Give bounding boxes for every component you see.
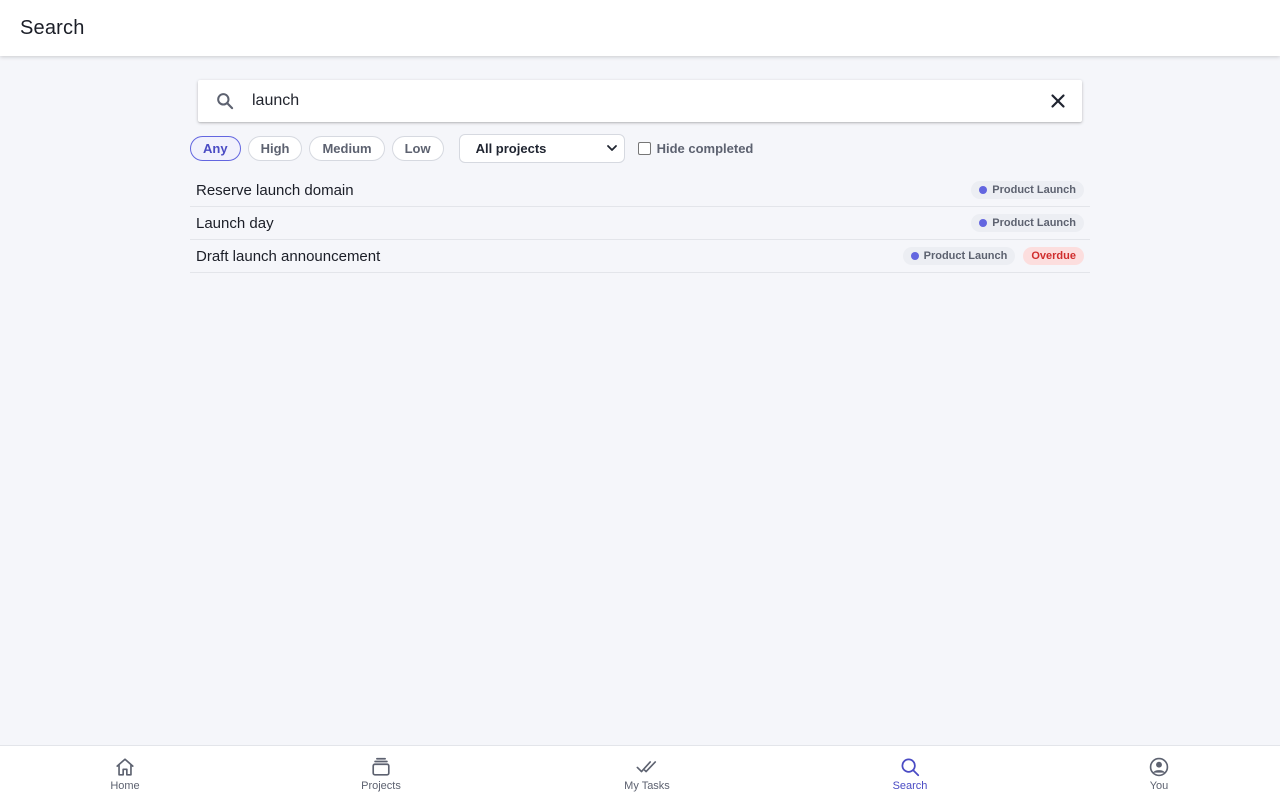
priority-chip-medium[interactable]: Medium bbox=[309, 135, 385, 161]
result-row[interactable]: Launch day Product Launch bbox=[190, 207, 1090, 240]
search-input[interactable] bbox=[252, 80, 1034, 122]
project-tag-label: Product Launch bbox=[992, 217, 1076, 229]
project-select-value: All projects bbox=[475, 140, 547, 156]
bottom-nav: Home Projects My Tasks Search You bbox=[0, 745, 1280, 800]
account-circle-icon bbox=[1149, 757, 1169, 777]
project-tag-label: Product Launch bbox=[992, 184, 1076, 196]
hide-completed-toggle[interactable]: Hide completed bbox=[637, 140, 754, 156]
results-list: Reserve launch domain Product Launch Lau… bbox=[190, 174, 1090, 273]
result-row[interactable]: Reserve launch domain Product Launch bbox=[190, 174, 1090, 207]
result-title: Launch day bbox=[196, 214, 274, 232]
project-color-dot bbox=[979, 186, 988, 194]
result-row[interactable]: Draft launch announcement Product Launch… bbox=[190, 240, 1090, 273]
nav-projects[interactable]: Projects bbox=[331, 746, 431, 800]
search-bar bbox=[198, 80, 1082, 122]
overdue-badge: Overdue bbox=[1023, 247, 1084, 265]
project-color-dot bbox=[910, 252, 919, 260]
project-tag: Product Launch bbox=[971, 181, 1084, 199]
priority-chip-high[interactable]: High bbox=[247, 135, 303, 161]
home-icon bbox=[116, 758, 134, 776]
project-tag-label: Product Launch bbox=[923, 250, 1008, 262]
project-color-dot bbox=[979, 219, 988, 227]
nav-search[interactable]: Search bbox=[860, 746, 960, 800]
clear-search-button[interactable] bbox=[1034, 80, 1082, 122]
chevron-down-icon bbox=[606, 145, 617, 151]
result-title: Reserve launch domain bbox=[196, 181, 354, 199]
nav-label: You bbox=[1149, 780, 1169, 792]
filter-bar: Any High Medium Low All projects Hide co… bbox=[190, 133, 754, 163]
close-icon bbox=[1051, 94, 1065, 108]
priority-chip-low[interactable]: Low bbox=[391, 135, 444, 161]
double-check-icon bbox=[636, 761, 657, 773]
search-icon bbox=[901, 758, 920, 777]
page-title: Search bbox=[20, 16, 85, 39]
nav-my-tasks[interactable]: My Tasks bbox=[597, 746, 697, 800]
result-title: Draft launch announcement bbox=[196, 247, 381, 265]
nav-label: Search bbox=[892, 780, 928, 792]
nav-label: Projects bbox=[361, 780, 401, 792]
app-bar: Search bbox=[0, 0, 1280, 56]
hide-completed-checkbox[interactable] bbox=[637, 141, 651, 155]
hide-completed-label: Hide completed bbox=[656, 140, 754, 156]
project-select[interactable]: All projects bbox=[458, 133, 625, 163]
projects-icon bbox=[372, 757, 390, 776]
nav-home[interactable]: Home bbox=[75, 746, 175, 800]
project-tag: Product Launch bbox=[971, 214, 1084, 232]
nav-label: My Tasks bbox=[624, 780, 670, 792]
search-icon bbox=[198, 80, 252, 122]
project-tag: Product Launch bbox=[902, 247, 1016, 265]
nav-you[interactable]: You bbox=[1109, 746, 1209, 800]
priority-chip-any[interactable]: Any bbox=[190, 135, 241, 161]
nav-label: Home bbox=[110, 780, 140, 792]
